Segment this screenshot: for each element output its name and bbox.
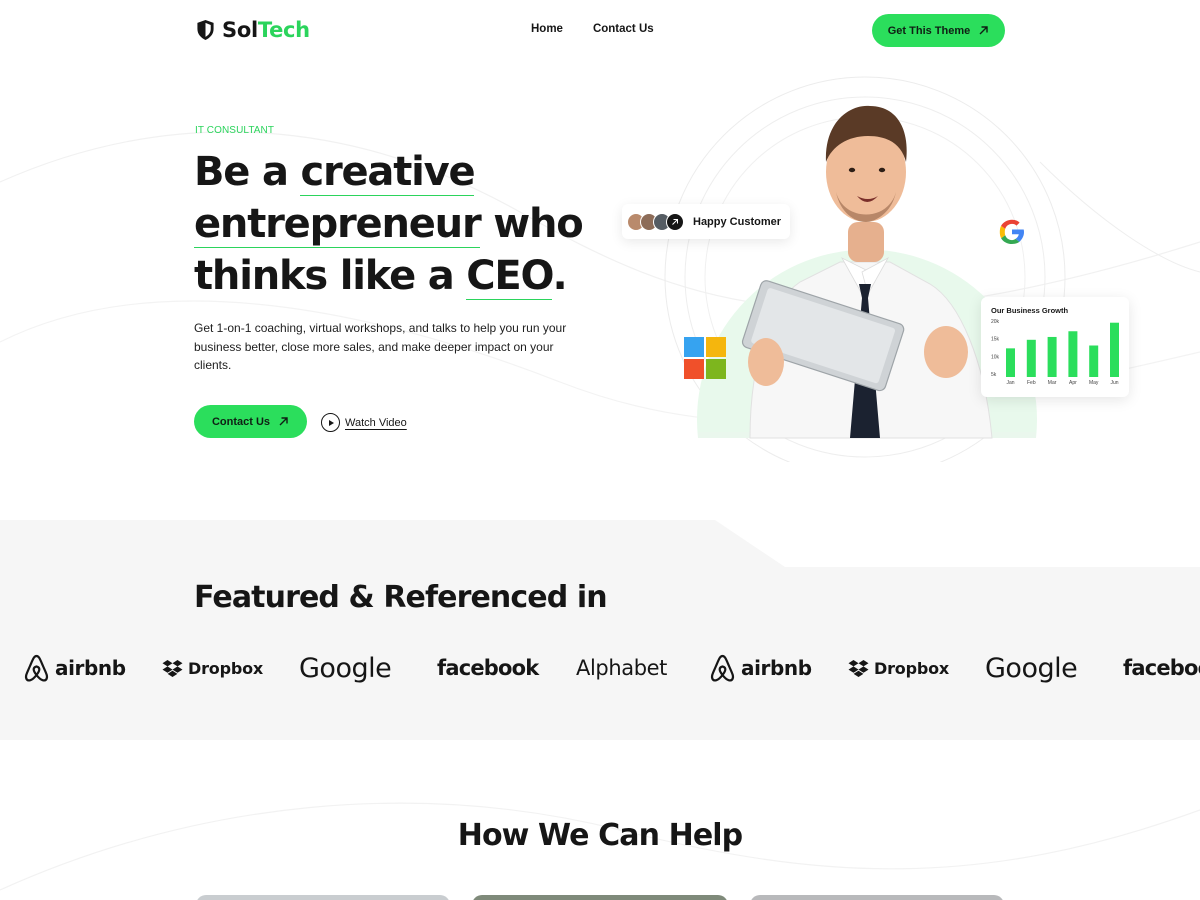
- customer-avatars: [627, 212, 684, 231]
- happy-customer-label: Happy Customer: [693, 215, 782, 228]
- hero-kicker: IT CONSULTANT: [195, 125, 275, 136]
- growth-bar: [1006, 348, 1015, 377]
- alphabet-logo: Alphabet: [576, 648, 667, 688]
- month-label: Jan: [1006, 380, 1014, 386]
- happy-customer-badge: Happy Customer: [622, 204, 790, 239]
- brand-name: Dropbox: [188, 658, 263, 678]
- dropbox-logo: Dropbox: [848, 648, 949, 688]
- brand-name: faceboo: [1123, 656, 1200, 680]
- growth-bar: [1026, 339, 1036, 377]
- dropbox-logo: Dropbox: [162, 648, 263, 688]
- main-nav: Home Contact Us: [531, 23, 654, 35]
- service-card[interactable]: [472, 895, 728, 900]
- brand-name: Dropbox: [874, 658, 949, 678]
- month-label: Apr: [1069, 380, 1077, 386]
- get-theme-button[interactable]: Get This Theme: [872, 14, 1005, 47]
- growth-bar: [1089, 345, 1099, 377]
- featured-background: [0, 520, 1200, 740]
- brand-name: Google: [299, 652, 392, 684]
- month-label: Feb: [1027, 380, 1036, 386]
- month-label: Mar: [1048, 380, 1057, 386]
- month-label: Jun: [1110, 380, 1118, 386]
- google-logo: Google: [985, 648, 1078, 688]
- business-growth-card: Our Business Growth 20k 15k 10k 5k Jan Feb Mar…: [981, 297, 1129, 397]
- brand-logo-strip: airbnb Dropbox Google facebook Alphabet …: [0, 648, 1200, 688]
- site-header: SolTech Home Contact Us Get This Theme: [0, 0, 1200, 62]
- brand-name: Alphabet: [576, 656, 667, 680]
- brand-name: SolTech: [222, 18, 310, 42]
- play-icon: [321, 413, 340, 432]
- y-tick-label: 10k: [991, 354, 1000, 360]
- get-theme-label: Get This Theme: [887, 24, 971, 37]
- growth-bar-chart: 20k 15k 10k 5k Jan Feb Mar Apr May Jun: [991, 319, 1119, 386]
- watch-video-link[interactable]: Watch Video: [321, 413, 407, 432]
- arrow-up-right-icon: [979, 26, 988, 35]
- airbnb-logo: airbnb: [23, 648, 126, 688]
- hero-illustration: [664, 76, 1066, 462]
- brand-name: airbnb: [55, 656, 126, 680]
- brand-name: airbnb: [741, 656, 812, 680]
- dropbox-icon: [848, 659, 869, 677]
- google-logo: Google: [299, 648, 392, 688]
- growth-bar: [1068, 331, 1078, 377]
- arrow-up-right-icon: [666, 212, 684, 231]
- hero-description: Get 1-on-1 coaching, virtual workshops, …: [194, 321, 567, 372]
- featured-title: Featured & Referenced in: [194, 580, 608, 615]
- service-card[interactable]: [750, 895, 1004, 900]
- brand-logo[interactable]: SolTech: [196, 18, 310, 42]
- airbnb-icon: [710, 654, 735, 682]
- airbnb-logo: airbnb: [709, 648, 812, 688]
- brand-name: facebook: [437, 656, 539, 680]
- nav-contact-link[interactable]: Contact Us: [593, 23, 654, 35]
- hero-headline: Be a creative entrepreneur who thinks like…: [194, 149, 584, 300]
- facebook-logo: facebook: [437, 648, 539, 688]
- growth-bar: [1047, 336, 1057, 377]
- facebook-logo: faceboo: [1123, 648, 1200, 688]
- shield-logo-icon: [197, 20, 214, 40]
- help-title: How We Can Help: [457, 818, 743, 853]
- y-tick-label: 15k: [991, 337, 1000, 343]
- nav-home-link[interactable]: Home: [531, 23, 563, 35]
- y-tick-label: 20k: [991, 319, 1000, 325]
- contact-us-label: Contact Us: [211, 415, 271, 428]
- service-card[interactable]: [196, 895, 450, 900]
- dropbox-icon: [162, 659, 183, 677]
- arrow-up-right-icon: [279, 417, 288, 426]
- brand-name: Google: [985, 652, 1078, 684]
- contact-us-button[interactable]: Contact Us: [194, 405, 307, 438]
- month-label: May: [1089, 380, 1099, 386]
- watch-video-label: Watch Video: [345, 416, 407, 429]
- growth-bar: [1110, 322, 1119, 377]
- airbnb-icon: [24, 654, 49, 682]
- y-tick-label: 5k: [991, 372, 997, 378]
